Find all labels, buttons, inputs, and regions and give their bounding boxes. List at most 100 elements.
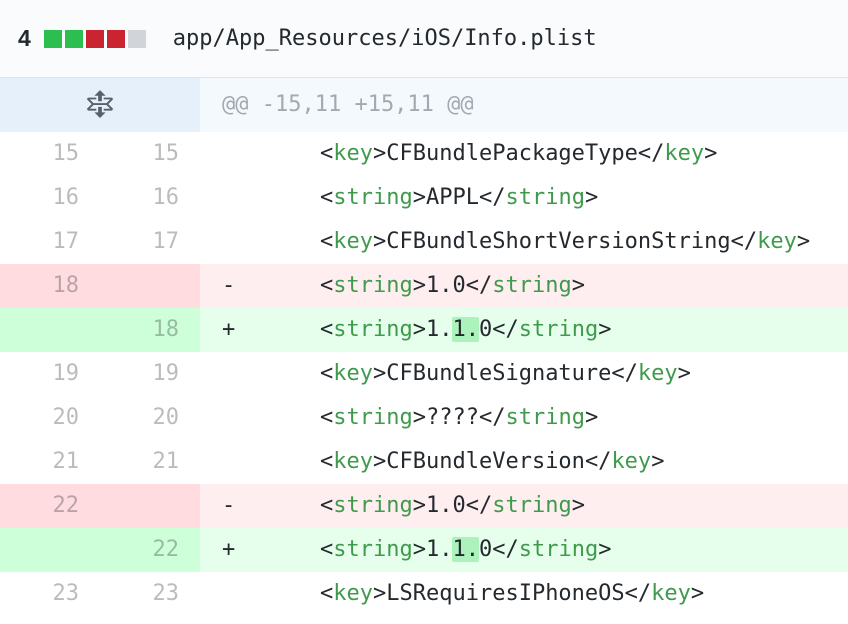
old-line-number[interactable]: 21 [0,440,100,484]
code-segment: > [651,449,664,474]
new-line-number[interactable]: 20 [100,396,200,440]
code-segment: key [757,229,797,254]
code-line: +<string>1.1.0</string> [200,528,848,572]
code-segment: > [678,361,691,386]
code-segment: > [373,581,386,606]
old-line-number[interactable] [0,528,100,572]
new-line-number[interactable]: 21 [100,440,200,484]
code-segment: < [320,185,333,210]
code-segment: < [320,229,333,254]
new-line-number[interactable] [100,484,200,528]
new-line-number[interactable]: 18 [100,308,200,352]
code-segment: > [797,229,810,254]
old-line-number[interactable]: 17 [0,220,100,264]
code-line: -<string>1.0</string> [200,484,848,528]
expand-hunk-button[interactable] [0,78,200,132]
file-path-link[interactable]: app/App_Resources/iOS/Info.plist [173,26,597,51]
code-segment: 0 [479,537,492,562]
code-segment: 1. [452,537,479,562]
diffstat-block-neutral [128,30,146,48]
diff-row-context: 2323<key>LSRequiresIPhoneOS</key> [0,572,848,616]
new-line-number[interactable]: 16 [100,176,200,220]
old-line-number[interactable] [0,308,100,352]
new-line-number[interactable]: 19 [100,352,200,396]
new-line-number[interactable]: 22 [100,528,200,572]
code-segment: < [320,141,333,166]
code-line: <key>CFBundlePackageType</key> [200,132,848,176]
code-segment: </ [479,185,506,210]
code-segment: </ [492,537,519,562]
code-segment: > [373,229,386,254]
code-segment: ???? [426,405,479,430]
diff-row-context: 1717<key>CFBundleShortVersionString</key… [0,220,848,264]
code-segment: </ [625,581,652,606]
old-line-number[interactable]: 23 [0,572,100,616]
code-segment: APPL [426,185,479,210]
code-segment: CFBundleShortVersionString [386,229,730,254]
code-segment: 1.0 [426,493,466,518]
new-line-number[interactable] [100,264,200,308]
new-line-number[interactable]: 15 [100,132,200,176]
code-segment: string [333,273,412,298]
old-line-number[interactable]: 16 [0,176,100,220]
code-segment: < [320,273,333,298]
code-segment: > [373,449,386,474]
code-segment: < [320,361,333,386]
code-segment: > [691,581,704,606]
code-segment: < [320,537,333,562]
old-line-number[interactable]: 19 [0,352,100,396]
code-segment: > [585,405,598,430]
diffstat-block-added [44,30,62,48]
code-segment: </ [466,493,493,518]
old-line-number[interactable]: 18 [0,264,100,308]
code-segment: < [320,317,333,342]
code-segment: string [505,405,584,430]
diff-table: @@ -15,11 +15,11 @@ 1515<key>CFBundlePac… [0,78,848,616]
code-segment: </ [731,229,758,254]
new-line-number[interactable]: 17 [100,220,200,264]
code-segment: string [492,493,571,518]
diff-row-deleted: 18-<string>1.0</string> [0,264,848,308]
code-segment: string [333,405,412,430]
code-segment: 1. [426,537,453,562]
code-segment: key [333,449,373,474]
code-segment: key [638,361,678,386]
diff-row-context: 2121<key>CFBundleVersion</key> [0,440,848,484]
code-segment: </ [611,361,638,386]
diffstat-block-deleted [86,30,104,48]
diff-rows: 1515<key>CFBundlePackageType</key>1616<s… [0,132,848,616]
code-segment: string [519,317,598,342]
code-line: <string>APPL</string> [200,176,848,220]
code-segment: > [413,405,426,430]
code-segment: string [333,317,412,342]
code-segment: > [413,493,426,518]
code-line: <key>CFBundleShortVersionString</key> [200,220,848,264]
code-segment: < [320,581,333,606]
code-line: +<string>1.1.0</string> [200,308,848,352]
unfold-icon [87,90,113,120]
old-line-number[interactable]: 22 [0,484,100,528]
code-segment: </ [492,317,519,342]
code-segment: > [413,273,426,298]
code-segment: string [492,273,571,298]
code-segment: CFBundleSignature [386,361,611,386]
code-segment: key [651,581,691,606]
code-segment: 1.0 [426,273,466,298]
code-segment: < [320,493,333,518]
code-segment: > [572,273,585,298]
new-line-number[interactable]: 23 [100,572,200,616]
code-segment: > [413,317,426,342]
code-segment: string [505,185,584,210]
code-segment: string [333,185,412,210]
diff-row-deleted: 22-<string>1.0</string> [0,484,848,528]
diff-marker: + [222,308,320,352]
old-line-number[interactable]: 20 [0,396,100,440]
code-segment: key [664,141,704,166]
code-segment: < [320,405,333,430]
code-segment: </ [585,449,612,474]
old-line-number[interactable]: 15 [0,132,100,176]
diff-marker: + [222,528,320,572]
code-segment: </ [466,273,493,298]
code-segment: LSRequiresIPhoneOS [386,581,624,606]
code-segment: CFBundlePackageType [386,141,638,166]
